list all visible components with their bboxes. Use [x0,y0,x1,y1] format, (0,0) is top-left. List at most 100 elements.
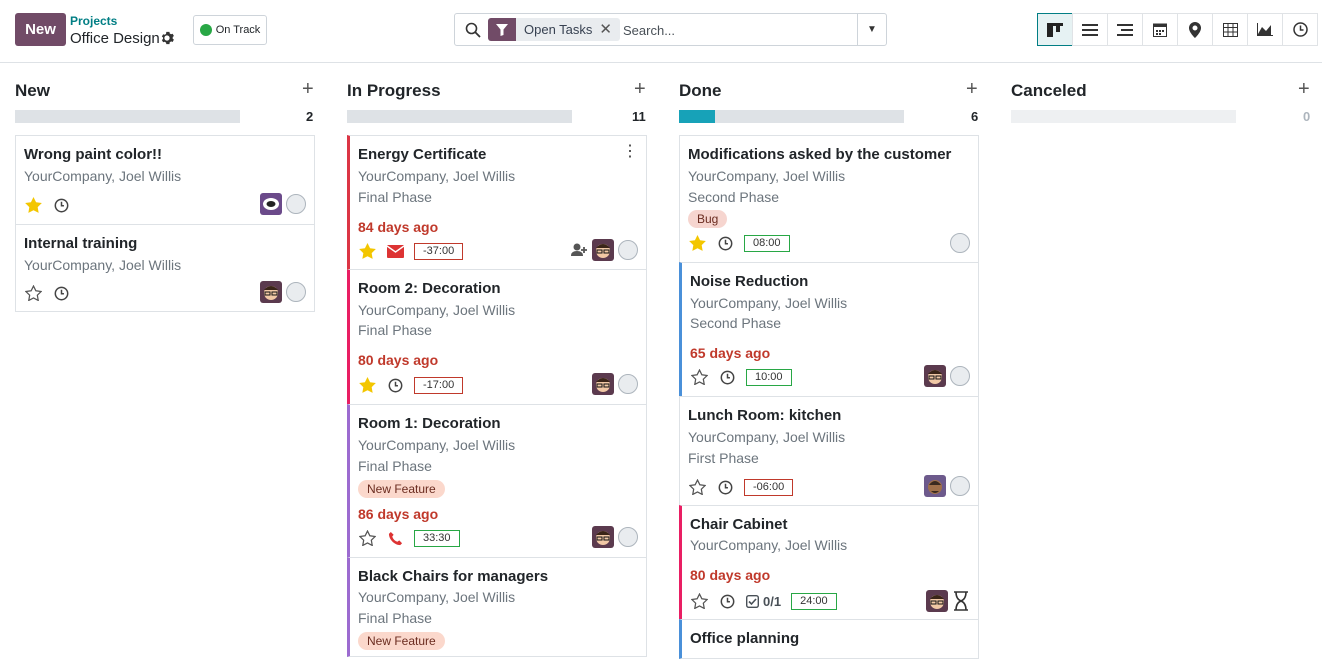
card-company: YourCompany, Joel Willis [24,257,182,273]
kanban-card[interactable]: Room 2: Decoration YourCompany, Joel Wil… [347,270,647,405]
activity-view-button[interactable] [1282,13,1318,46]
pivot-view-button[interactable] [1212,13,1248,46]
list-icon [1082,23,1098,36]
state-circle[interactable] [950,476,970,496]
star-filled-icon[interactable] [688,234,706,252]
column-title[interactable]: Canceled [1011,81,1087,101]
column-title[interactable]: Done [679,81,722,101]
state-circle[interactable] [618,240,638,260]
search-input[interactable] [623,19,853,41]
clock-icon[interactable] [716,478,734,496]
kanban-card[interactable]: Black Chairs for managers YourCompany, J… [347,557,647,657]
quick-create-button[interactable]: + [966,78,978,101]
column-progress-bar[interactable] [679,110,904,123]
card-company: YourCompany, Joel Willis [358,437,516,453]
tag-badge: Bug [688,210,728,228]
column-progress-bar[interactable] [1011,110,1236,123]
avatar[interactable] [592,373,614,395]
star-icon[interactable] [358,529,376,547]
subtasks-counter[interactable]: 0/1 [746,594,781,609]
kanban-card[interactable]: Chair Cabinet YourCompany, Joel Willis 8… [679,505,979,620]
view-switcher [1037,13,1318,46]
add-follower-icon[interactable] [570,241,588,259]
state-circle[interactable] [286,194,306,214]
kanban-card[interactable]: Room 1: Decoration YourCompany, Joel Wil… [347,404,647,558]
avatar[interactable] [260,281,282,303]
column-title[interactable]: In Progress [347,81,441,101]
search-icon[interactable] [465,22,481,38]
kanban-card[interactable]: Modifications asked by the customer Your… [679,135,979,263]
clock-icon[interactable] [718,368,736,386]
avatar[interactable] [924,475,946,497]
avatar[interactable] [924,365,946,387]
kanban-icon [1047,22,1063,37]
clock-icon[interactable] [386,376,404,394]
search-bar: Open Tasks ✕ ▼ [454,13,887,46]
breadcrumb-projects[interactable]: Projects [70,14,117,28]
column-progress-bar[interactable] [15,110,240,123]
progress-fill[interactable] [679,110,715,123]
kanban-card[interactable]: Office planning [679,619,979,659]
kanban-view-button[interactable] [1037,13,1073,46]
tag-badge: New Feature [358,480,445,498]
checkbox-icon [746,594,759,608]
star-icon[interactable] [688,478,706,496]
column-title[interactable]: New [15,81,50,101]
star-icon[interactable] [690,592,708,610]
state-circle[interactable] [618,527,638,547]
remove-facet-icon[interactable]: ✕ [599,20,612,38]
quick-create-button[interactable]: + [634,78,646,101]
card-company: YourCompany, Joel Willis [358,168,516,184]
card-phase: Final Phase [358,458,432,474]
card-phase: Final Phase [358,322,432,338]
quick-create-button[interactable]: + [1298,78,1310,101]
state-circle[interactable] [286,282,306,302]
card-menu-icon[interactable]: ⋮ [622,144,638,160]
card-title: Room 1: Decoration [358,415,501,432]
calendar-icon [1153,23,1167,37]
allocated-hours: 08:00 [744,234,790,252]
kanban-card[interactable]: Energy Certificate ⋮ YourCompany, Joel W… [347,135,647,270]
hourglass-icon[interactable] [952,591,970,611]
clock-icon[interactable] [52,284,70,302]
kanban-card[interactable]: Noise Reduction YourCompany, Joel Willis… [679,262,979,397]
kanban-card[interactable]: Lunch Room: kitchen YourCompany, Joel Wi… [679,396,979,506]
card-company: YourCompany, Joel Willis [690,537,848,553]
state-circle[interactable] [618,374,638,394]
search-dropdown-toggle[interactable]: ▼ [857,14,886,45]
status-button[interactable]: On Track [193,15,267,45]
avatar[interactable] [926,590,948,612]
star-icon[interactable] [690,368,708,386]
envelope-icon[interactable] [386,242,404,260]
star-filled-icon[interactable] [358,376,376,394]
card-title: Office planning [690,630,800,647]
card-title: Room 2: Decoration [358,280,501,297]
star-filled-icon[interactable] [358,242,376,260]
clock-icon[interactable] [52,196,70,214]
map-view-button[interactable] [1177,13,1213,46]
kanban-card[interactable]: Internal training YourCompany, Joel Will… [15,224,315,312]
phone-icon[interactable] [386,529,404,547]
card-title: Internal training [24,235,138,252]
avatar[interactable] [592,526,614,548]
new-button[interactable]: New [15,13,66,46]
star-filled-icon[interactable] [24,196,42,214]
state-circle[interactable] [950,233,970,253]
column-progress-bar[interactable] [347,110,572,123]
quick-create-button[interactable]: + [302,78,314,101]
avatar[interactable] [592,239,614,261]
clock-icon[interactable] [716,234,734,252]
state-circle[interactable] [950,366,970,386]
filter-icon [488,18,516,41]
star-icon[interactable] [24,284,42,302]
list-view-button[interactable] [1072,13,1108,46]
tag-badge: New Feature [358,632,445,650]
card-deadline: 84 days ago [358,219,439,235]
gear-icon[interactable] [160,31,174,45]
avatar[interactable] [260,193,282,215]
clock-icon[interactable] [718,592,736,610]
graph-view-button[interactable] [1247,13,1283,46]
kanban-card[interactable]: Wrong paint color!! YourCompany, Joel Wi… [15,135,315,224]
gantt-view-button[interactable] [1107,13,1143,46]
calendar-view-button[interactable] [1142,13,1178,46]
